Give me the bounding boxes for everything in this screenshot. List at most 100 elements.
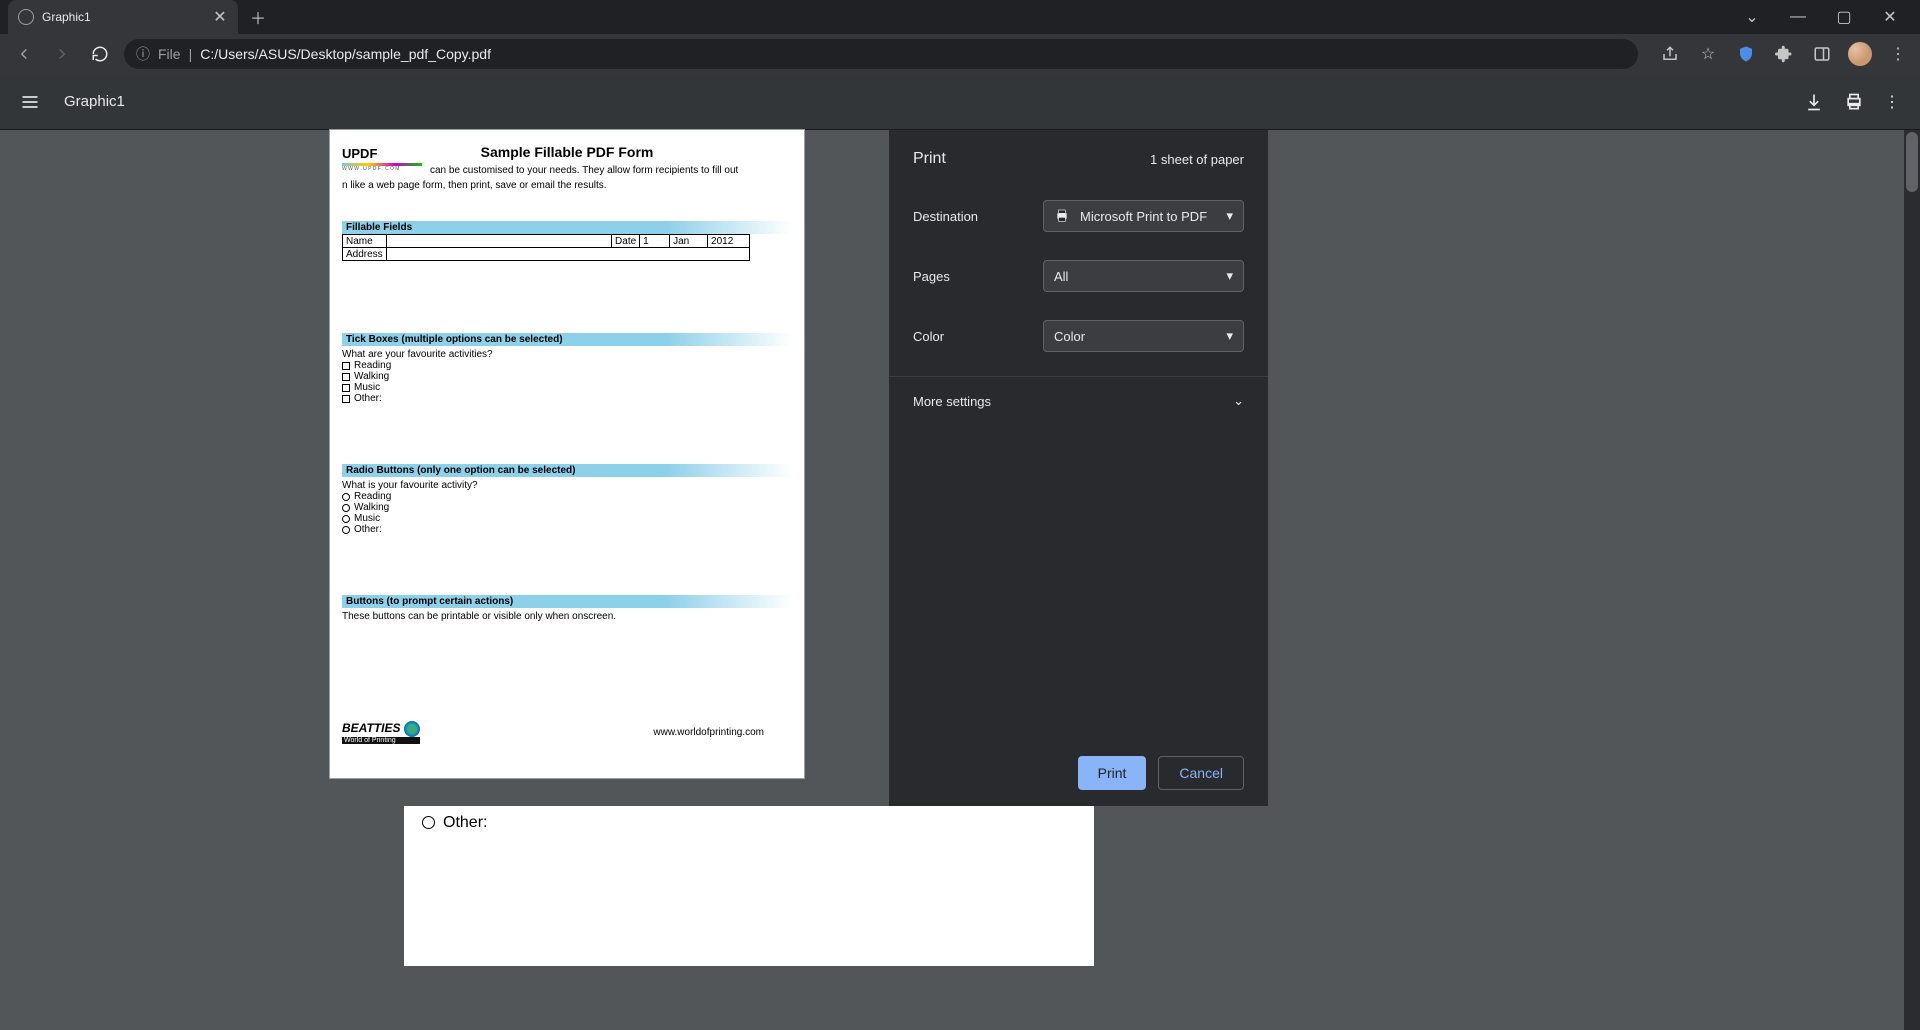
print-actions: Print Cancel bbox=[889, 740, 1268, 806]
radio-icon bbox=[342, 493, 350, 501]
cancel-button[interactable]: Cancel bbox=[1158, 756, 1244, 790]
toolbar-right: ☆ ⋮ bbox=[1658, 42, 1910, 66]
question-radio: What is your favourite activity? bbox=[342, 480, 792, 491]
forward-button[interactable] bbox=[48, 40, 76, 68]
print-preview-page: UPDF W W W . U P D F . C O M Sample Fill… bbox=[330, 130, 804, 778]
logo-subtext: W W W . U P D F . C O M bbox=[342, 166, 422, 172]
window-controls: ⌄ ― ▢ ✕ bbox=[1738, 3, 1920, 31]
print-icon[interactable] bbox=[1844, 92, 1864, 112]
close-window-icon[interactable]: ✕ bbox=[1876, 3, 1904, 31]
label-address: Address bbox=[343, 248, 387, 261]
table-row: Address bbox=[343, 248, 750, 261]
label-color: Color bbox=[913, 329, 1043, 344]
footer-brand: BEATTIES bbox=[342, 721, 400, 735]
input-address[interactable] bbox=[386, 248, 749, 261]
print-dialog: Print 1 sheet of paper Destination Micro… bbox=[889, 130, 1268, 806]
input-name[interactable] bbox=[386, 235, 611, 248]
chevron-down-icon[interactable]: ⌄ bbox=[1738, 3, 1766, 31]
checkbox-icon bbox=[342, 362, 350, 370]
radio-other[interactable]: Other: bbox=[342, 524, 792, 535]
checkbox-icon bbox=[342, 373, 350, 381]
radio-icon bbox=[422, 816, 435, 829]
row-pages: Pages All ▾ bbox=[889, 246, 1268, 306]
input-day[interactable]: 1 bbox=[640, 235, 670, 248]
intro-line2: n like a web page form, then print, save… bbox=[342, 180, 792, 191]
radio-icon bbox=[342, 515, 350, 523]
destination-value: Microsoft Print to PDF bbox=[1080, 209, 1207, 224]
minimize-icon[interactable]: ― bbox=[1784, 3, 1812, 31]
hamburger-icon[interactable] bbox=[20, 92, 40, 112]
printer-icon bbox=[1054, 208, 1070, 224]
chevron-down-icon: ▾ bbox=[1226, 208, 1233, 224]
close-tab-icon[interactable]: ✕ bbox=[212, 9, 228, 25]
profile-avatar[interactable] bbox=[1848, 42, 1872, 66]
checkbox-music[interactable]: Music bbox=[342, 382, 792, 393]
label-date: Date bbox=[612, 235, 640, 248]
more-icon[interactable]: ⋮ bbox=[1884, 92, 1900, 112]
pdf-toolbar: Graphic1 ⋮ bbox=[0, 74, 1920, 130]
intro-line1: can be customised to your needs. They al… bbox=[430, 163, 792, 176]
tab-title: Graphic1 bbox=[42, 10, 204, 24]
label-pages: Pages bbox=[913, 269, 1043, 284]
select-destination[interactable]: Microsoft Print to PDF ▾ bbox=[1043, 200, 1244, 232]
back-button[interactable] bbox=[10, 40, 38, 68]
new-tab-button[interactable]: ＋ bbox=[244, 3, 272, 31]
label-destination: Destination bbox=[913, 209, 1043, 224]
maximize-icon[interactable]: ▢ bbox=[1830, 3, 1858, 31]
download-icon[interactable] bbox=[1804, 92, 1824, 112]
input-month[interactable]: Jan bbox=[670, 235, 708, 248]
radio-icon bbox=[342, 526, 350, 534]
footer-logo: BEATTIES World of Printing bbox=[342, 721, 420, 744]
scrollbar-track[interactable] bbox=[1904, 130, 1920, 1030]
fillable-fields-table: Name Date 1 Jan 2012 Address bbox=[342, 234, 750, 261]
footer-url: www.worldofprinting.com bbox=[653, 727, 764, 738]
checkbox-walking[interactable]: Walking bbox=[342, 371, 792, 382]
checkbox-reading[interactable]: Reading bbox=[342, 360, 792, 371]
share-icon[interactable] bbox=[1658, 42, 1682, 66]
window-titlebar: Graphic1 ✕ ＋ ⌄ ― ▢ ✕ bbox=[0, 0, 1920, 34]
reload-button[interactable] bbox=[86, 40, 114, 68]
row-color: Color Color ▾ bbox=[889, 306, 1268, 366]
checkbox-icon bbox=[342, 395, 350, 403]
radio-music[interactable]: Music bbox=[342, 513, 792, 524]
updf-logo: UPDF W W W . U P D F . C O M bbox=[342, 146, 422, 174]
chevron-down-icon: ▾ bbox=[1226, 268, 1233, 284]
extensions-icon[interactable] bbox=[1772, 42, 1796, 66]
section-buttons: Buttons (to prompt certain actions) bbox=[342, 595, 792, 608]
underlying-page-fragment: Other: bbox=[404, 806, 1094, 966]
globe-icon bbox=[404, 721, 420, 737]
address-bar: ⓘ File | C:/Users/ASUS/Desktop/sample_pd… bbox=[0, 34, 1920, 74]
row-destination: Destination Microsoft Print to PDF ▾ bbox=[889, 186, 1268, 246]
section-tick-boxes: Tick Boxes (multiple options can be sele… bbox=[342, 333, 792, 346]
print-button[interactable]: Print bbox=[1078, 756, 1147, 790]
chevron-down-icon: ▾ bbox=[1226, 328, 1233, 344]
print-title: Print bbox=[913, 150, 946, 168]
label-name: Name bbox=[343, 235, 387, 248]
shield-icon[interactable] bbox=[1734, 42, 1758, 66]
more-settings-toggle[interactable]: More settings ⌄ bbox=[889, 376, 1268, 425]
pdf-doc-name: Graphic1 bbox=[64, 93, 125, 110]
radio-reading[interactable]: Reading bbox=[342, 491, 792, 502]
print-dialog-header: Print 1 sheet of paper bbox=[889, 130, 1268, 186]
url-path: C:/Users/ASUS/Desktop/sample_pdf_Copy.pd… bbox=[200, 46, 491, 62]
sidepanel-icon[interactable] bbox=[1810, 42, 1834, 66]
info-icon: ⓘ bbox=[136, 44, 150, 64]
section-radio-buttons: Radio Buttons (only one option can be se… bbox=[342, 464, 792, 477]
content-area: UPDF W W W . U P D F . C O M Sample Fill… bbox=[0, 130, 1920, 1030]
color-value: Color bbox=[1054, 329, 1085, 344]
select-pages[interactable]: All ▾ bbox=[1043, 260, 1244, 292]
buttons-text: These buttons can be printable or visibl… bbox=[342, 611, 792, 622]
radio-walking[interactable]: Walking bbox=[342, 502, 792, 513]
checkbox-other[interactable]: Other: bbox=[342, 393, 792, 404]
omnibox[interactable]: ⓘ File | C:/Users/ASUS/Desktop/sample_pd… bbox=[124, 39, 1638, 69]
scrollbar-thumb[interactable] bbox=[1906, 132, 1918, 192]
browser-tab[interactable]: Graphic1 ✕ bbox=[8, 0, 238, 34]
kebab-menu-icon[interactable]: ⋮ bbox=[1886, 42, 1910, 66]
url-scheme-label: File bbox=[158, 46, 181, 62]
logo-text: UPDF bbox=[342, 146, 422, 161]
radio-other-underlying[interactable]: Other: bbox=[422, 814, 1076, 832]
select-color[interactable]: Color ▾ bbox=[1043, 320, 1244, 352]
bookmark-icon[interactable]: ☆ bbox=[1696, 42, 1720, 66]
footer-brand-sub: World of Printing bbox=[342, 737, 420, 744]
input-year[interactable]: 2012 bbox=[708, 235, 750, 248]
